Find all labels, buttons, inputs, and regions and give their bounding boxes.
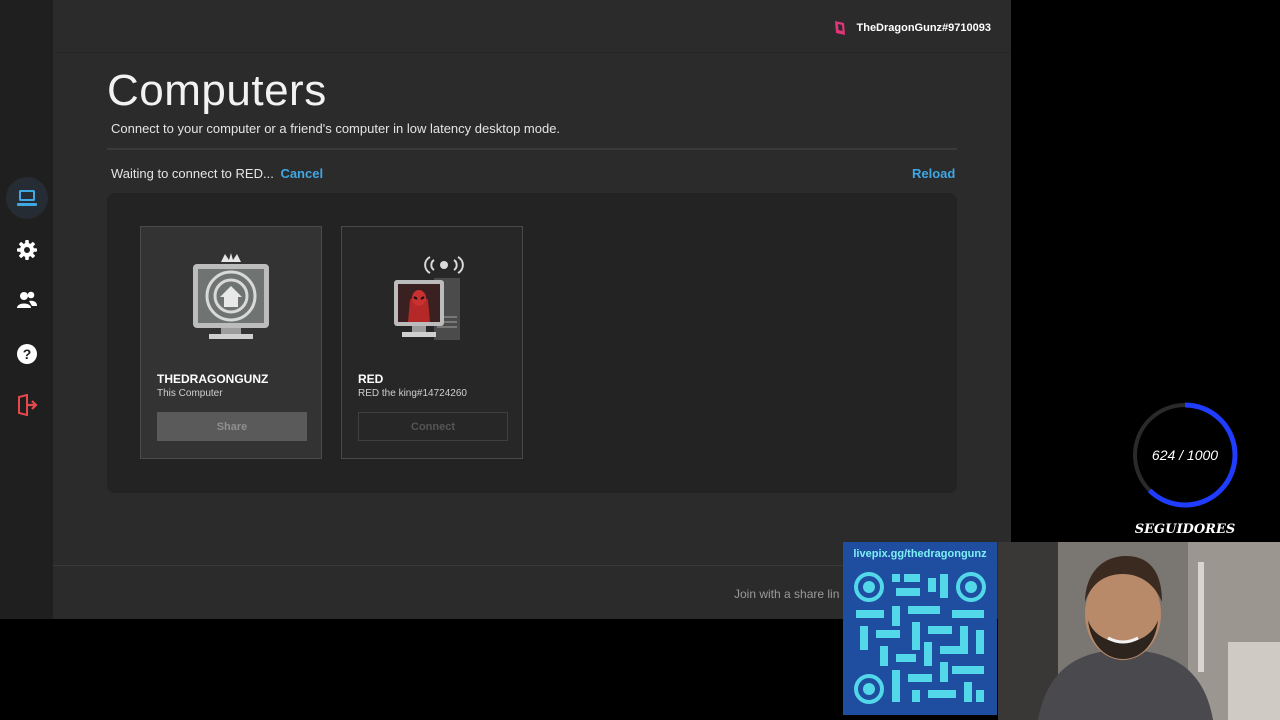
top-bar: TheDragonGunz#9710093 — [53, 0, 1011, 53]
nav-logout[interactable] — [6, 384, 48, 426]
user-profile[interactable]: TheDragonGunz#9710093 — [833, 20, 992, 36]
join-share-link[interactable]: Join with a share lin — [734, 587, 839, 601]
computer-card-remote: RED RED the king#14724260 Connect — [341, 226, 523, 459]
sidebar: ? — [0, 0, 53, 619]
users-icon — [17, 291, 37, 308]
webcam-person-image — [998, 542, 1280, 720]
laptop-icon — [17, 190, 37, 206]
gear-icon — [17, 240, 37, 260]
connection-status: Waiting to connect to RED... Cancel — [111, 166, 323, 181]
divider — [107, 148, 957, 150]
nav-settings[interactable] — [6, 229, 48, 271]
computer-name: RED — [358, 372, 384, 386]
user-avatar-icon — [834, 21, 845, 35]
follower-count: 624 / 1000 — [1151, 447, 1219, 463]
logout-icon — [18, 394, 38, 416]
computer-subtitle: This Computer — [157, 388, 223, 399]
page-title: Computers — [107, 66, 327, 115]
computer-subtitle: RED the king#14724260 — [358, 388, 467, 399]
help-icon: ? — [17, 344, 37, 364]
remote-pc-icon — [394, 256, 464, 340]
connect-button[interactable]: Connect — [358, 412, 508, 441]
donation-qr-panel: livepix.gg/thedragongunz — [843, 542, 997, 715]
page-subtitle: Connect to your computer or a friend's c… — [111, 121, 561, 136]
webcam-feed — [998, 542, 1280, 720]
cancel-link[interactable]: Cancel — [280, 166, 323, 181]
donation-url: livepix.gg/thedragongunz — [853, 548, 987, 560]
reload-link[interactable]: Reload — [912, 166, 955, 181]
share-button[interactable]: Share — [157, 412, 307, 441]
status-text: Waiting to connect to RED... — [111, 166, 274, 181]
nav-friends[interactable] — [6, 279, 48, 321]
computer-name: THEDRAGONGUNZ — [157, 372, 269, 386]
nav-computers[interactable] — [6, 177, 48, 219]
qr-code-icon — [852, 570, 988, 706]
follower-label: SEGUIDORES — [1134, 522, 1236, 537]
nav-help[interactable]: ? — [6, 333, 48, 375]
home-monitor-icon — [193, 253, 269, 339]
username: TheDragonGunz#9710093 — [856, 22, 992, 34]
computer-card-local: THEDRAGONGUNZ This Computer Share — [140, 226, 322, 459]
svg-text:?: ? — [23, 346, 32, 362]
